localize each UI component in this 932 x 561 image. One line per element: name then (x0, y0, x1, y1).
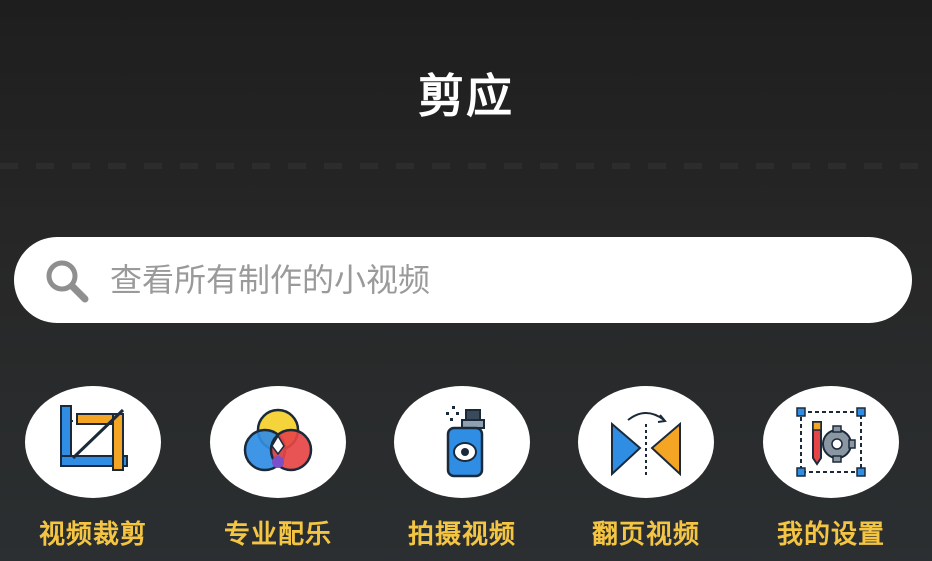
feature-circle[interactable] (210, 386, 346, 498)
feature-label: 我的设置 (776, 520, 885, 550)
feature-label: 视频裁剪 (38, 520, 147, 550)
search-icon (46, 260, 89, 303)
feature-flip-video[interactable]: 翻页视频 (566, 386, 726, 551)
feature-grid: 视频裁剪 专业配乐 拍摄视频 翻页视频 我的设置 (0, 386, 932, 561)
feature-label: 拍摄视频 (407, 520, 516, 550)
feature-circle[interactable] (25, 386, 161, 498)
feature-label: 专业配乐 (223, 520, 332, 550)
feature-circle[interactable] (394, 386, 530, 498)
flip-page-icon (611, 412, 681, 477)
camera-spray-icon (446, 406, 485, 478)
feature-video-crop[interactable]: 视频裁剪 (13, 386, 173, 551)
feature-circle[interactable] (763, 386, 899, 498)
crop-icon (60, 405, 128, 471)
feature-my-settings[interactable]: 我的设置 (751, 386, 911, 551)
settings-gear-icon (796, 407, 866, 477)
feature-pro-music[interactable]: 专业配乐 (198, 386, 358, 551)
feature-label: 翻页视频 (591, 520, 700, 550)
divider (0, 163, 932, 169)
page-title: 剪应 (418, 69, 514, 123)
color-circles-icon (243, 408, 313, 472)
feature-shoot-video[interactable]: 拍摄视频 (382, 386, 542, 551)
search-bar[interactable] (14, 237, 912, 323)
feature-circle[interactable] (578, 386, 714, 498)
search-input[interactable] (108, 260, 872, 300)
